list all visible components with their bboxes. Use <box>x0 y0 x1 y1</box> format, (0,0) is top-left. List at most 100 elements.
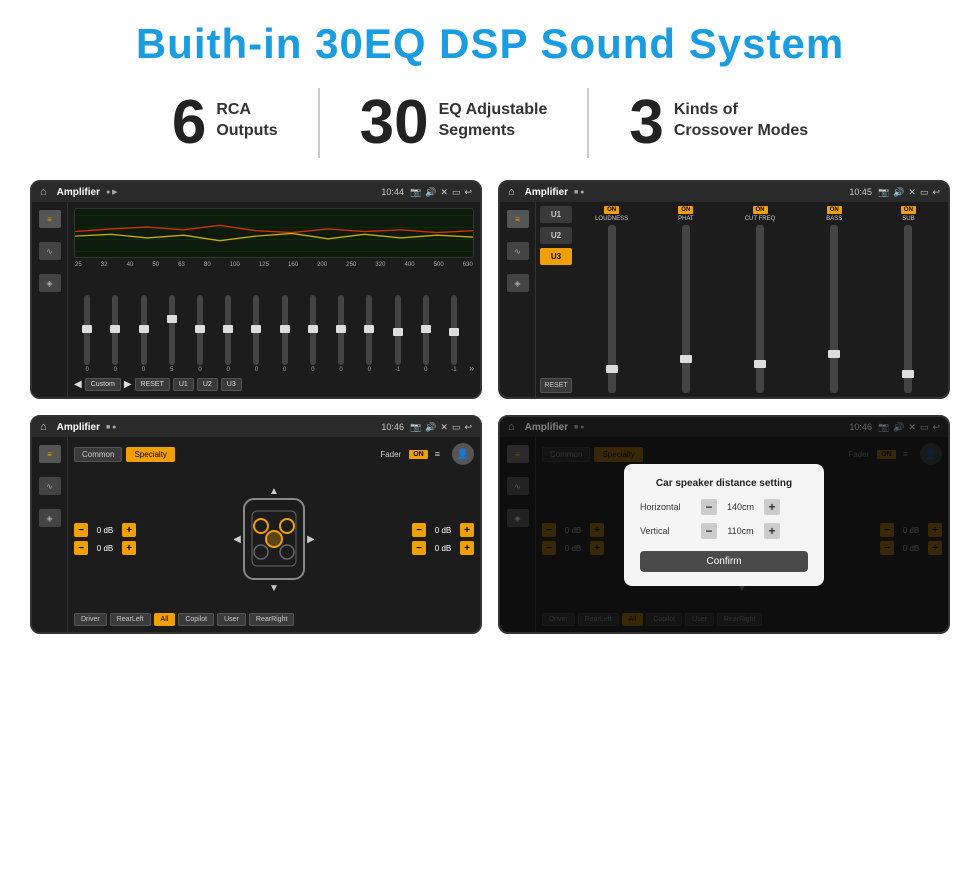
prev-btn[interactable]: ◀ <box>74 379 82 390</box>
custom-btn[interactable]: Custom <box>85 378 121 391</box>
svg-text:▶: ▶ <box>307 534 314 545</box>
volume-icon-2: 🔊 <box>893 187 904 198</box>
speaker-icon-3[interactable]: ◈ <box>39 509 61 527</box>
freq-160: 160 <box>288 262 298 268</box>
db-control-fl: − 0 dB + <box>74 523 136 537</box>
db-minus-fl[interactable]: − <box>74 523 88 537</box>
u2-channel-btn[interactable]: U2 <box>540 227 572 244</box>
screen-fader-dialog: ⌂ Amplifier ■ ● 10:46 📷 🔊 ✕ ▭ ↩ ≡ ∿ ◈ <box>498 415 950 634</box>
db-minus-rr[interactable]: − <box>412 541 426 555</box>
confirm-button[interactable]: Confirm <box>640 551 808 572</box>
common-tab[interactable]: Common <box>74 447 122 462</box>
wave-icon[interactable]: ∿ <box>39 242 61 260</box>
sub-on: ON <box>901 206 916 214</box>
eq-slider-8[interactable]: 0 <box>300 295 326 373</box>
all-btn[interactable]: All <box>154 613 176 626</box>
user-btn[interactable]: User <box>217 613 246 626</box>
bass-col: ON BASS <box>799 206 870 393</box>
screen2-title: Amplifier <box>525 187 568 198</box>
home-icon-2[interactable]: ⌂ <box>508 186 515 198</box>
wave-icon-2[interactable]: ∿ <box>507 242 529 260</box>
screen3-status: ■ ● <box>106 424 116 431</box>
vertical-value: 110cm <box>723 526 758 536</box>
eq-icon[interactable]: ≡ <box>39 210 61 228</box>
freq-63: 63 <box>178 262 185 268</box>
speaker-icon[interactable]: ◈ <box>39 274 61 292</box>
freq-400: 400 <box>405 262 415 268</box>
cutfreq-slider[interactable] <box>756 225 764 393</box>
eq-slider-11[interactable]: -1 <box>384 295 410 373</box>
db-plus-rr[interactable]: + <box>460 541 474 555</box>
eq-slider-5[interactable]: 0 <box>215 295 241 373</box>
horizontal-plus-btn[interactable]: + <box>764 499 780 515</box>
freq-250: 250 <box>346 262 356 268</box>
screen1-icons: 📷 🔊 ✕ ▭ ↩ <box>410 187 472 198</box>
vertical-plus-btn[interactable]: + <box>764 523 780 539</box>
eq-slider-7[interactable]: 0 <box>272 295 298 373</box>
freq-200: 200 <box>317 262 327 268</box>
loudness-slider[interactable] <box>608 225 616 393</box>
eq-slider-1[interactable]: 0 <box>102 295 128 373</box>
copilot-btn[interactable]: Copilot <box>178 613 214 626</box>
fader-label: Fader <box>380 450 401 459</box>
rearright-btn[interactable]: RearRight <box>249 613 295 626</box>
vertical-minus-btn[interactable]: − <box>701 523 717 539</box>
bass-slider[interactable] <box>830 225 838 393</box>
db-plus-rl[interactable]: + <box>122 541 136 555</box>
specialty-tab[interactable]: Specialty <box>126 447 174 462</box>
amp2-main: U1 U2 U3 RESET ON LOUDNESS <box>536 202 948 397</box>
db-minus-rl[interactable]: − <box>74 541 88 555</box>
wave-icon-3[interactable]: ∿ <box>39 477 61 495</box>
phat-on: ON <box>678 206 693 214</box>
speaker-icon-2[interactable]: ◈ <box>507 274 529 292</box>
eq-slider-6[interactable]: 0 <box>243 295 269 373</box>
svg-text:▲: ▲ <box>269 486 279 497</box>
rearleft-btn[interactable]: RearLeft <box>110 613 151 626</box>
dialog-row-vertical: Vertical − 110cm + <box>640 523 808 539</box>
amp2-reset-btn[interactable]: RESET <box>540 378 572 393</box>
eq-icon-3[interactable]: ≡ <box>39 445 61 463</box>
loudness-label: LOUDNESS <box>595 216 628 222</box>
db-plus-fr[interactable]: + <box>460 523 474 537</box>
eq-slider-3[interactable]: 5 <box>159 295 185 373</box>
horizontal-value: 140cm <box>723 502 758 512</box>
eq-freq-labels: 25 32 40 50 63 80 100 125 160 200 250 32… <box>74 262 474 268</box>
phat-slider[interactable] <box>682 225 690 393</box>
screen3-time: 10:46 <box>381 422 404 432</box>
eq-slider-9[interactable]: 0 <box>328 295 354 373</box>
next-btn[interactable]: ▶ <box>124 379 132 390</box>
u1-channel-btn[interactable]: U1 <box>540 206 572 223</box>
eq-slider-13[interactable]: -1 <box>441 295 467 373</box>
amp2-controls: ON LOUDNESS ON PHAT ON <box>576 206 944 393</box>
db-value-fr: 0 dB <box>429 526 457 535</box>
eq-slider-10[interactable]: 0 <box>356 295 382 373</box>
fader-sliders-icon: ≡ <box>435 449 440 459</box>
horizontal-minus-btn[interactable]: − <box>701 499 717 515</box>
eq-icon-2[interactable]: ≡ <box>507 210 529 228</box>
freq-125: 125 <box>259 262 269 268</box>
stat-label-crossover-2: Crossover Modes <box>674 121 808 142</box>
sub-slider[interactable] <box>904 225 912 393</box>
stat-eq: 30 EQ Adjustable Segments <box>320 92 588 154</box>
freq-50: 50 <box>152 262 159 268</box>
eq-slider-2[interactable]: 0 <box>130 295 156 373</box>
eq-curve-red <box>75 209 473 254</box>
home-icon-1[interactable]: ⌂ <box>40 186 47 198</box>
screen2-content: ≡ ∿ ◈ U1 U2 U3 RESET ON LOU <box>500 202 948 397</box>
db-plus-fl[interactable]: + <box>122 523 136 537</box>
u3-channel-btn[interactable]: U3 <box>540 248 572 265</box>
u1-btn[interactable]: U1 <box>173 378 194 391</box>
cutfreq-col: ON CUT FREQ <box>724 206 795 393</box>
speaker-left-col: − 0 dB + − 0 dB + <box>74 469 136 609</box>
eq-slider-0[interactable]: 0 <box>74 295 100 373</box>
reset-btn[interactable]: RESET <box>135 378 170 391</box>
eq-slider-12[interactable]: 0 <box>413 295 439 373</box>
eq-slider-4[interactable]: 0 <box>187 295 213 373</box>
screen2-time: 10:45 <box>849 187 872 197</box>
u2-btn[interactable]: U2 <box>197 378 218 391</box>
db-minus-fr[interactable]: − <box>412 523 426 537</box>
speaker-center: ▲ ▼ ◀ ▶ <box>144 469 404 609</box>
home-icon-3[interactable]: ⌂ <box>40 421 47 433</box>
u3-btn[interactable]: U3 <box>221 378 242 391</box>
driver-btn[interactable]: Driver <box>74 613 107 626</box>
